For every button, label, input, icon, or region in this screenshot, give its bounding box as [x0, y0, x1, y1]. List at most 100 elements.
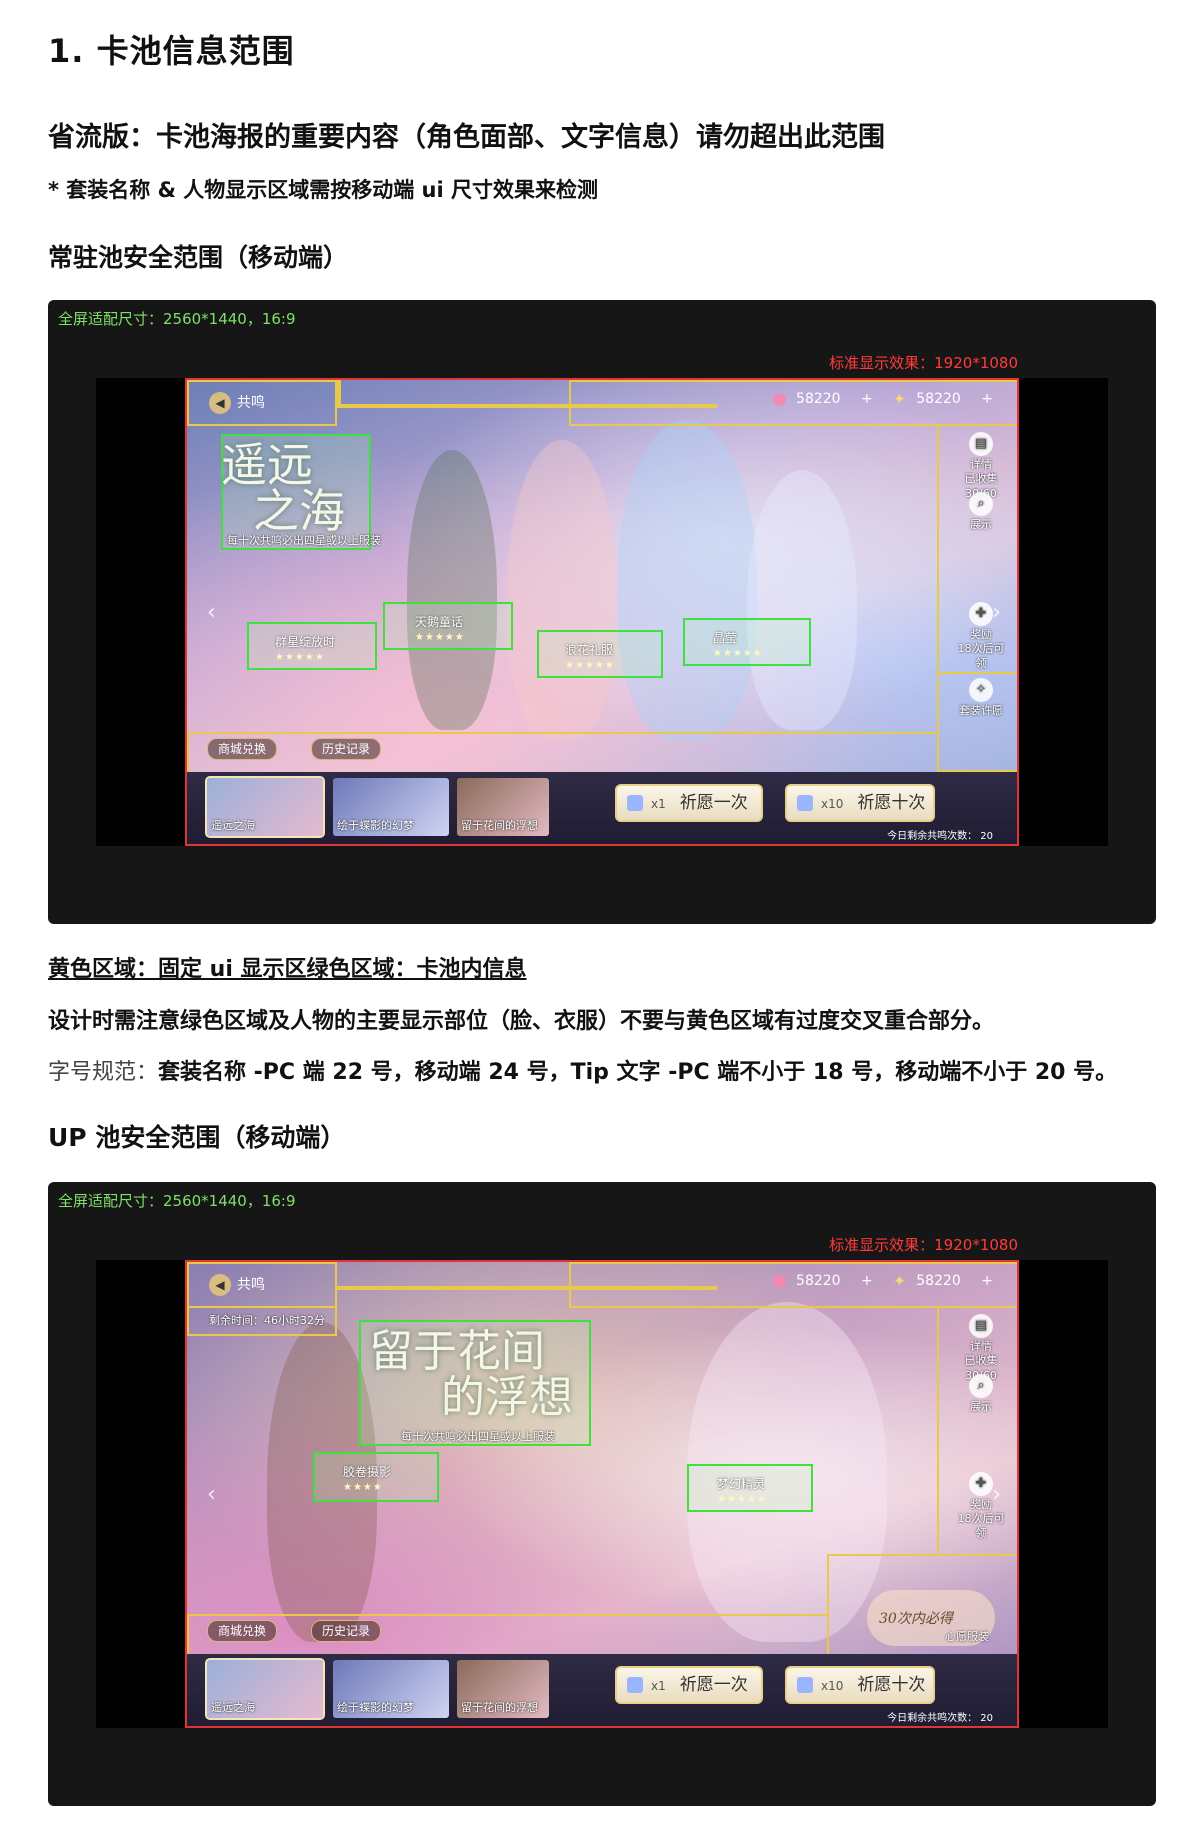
wish-ten-button[interactable]: x10 祈愿十次 — [785, 1666, 935, 1704]
outfit-name: 晶莹 — [713, 631, 738, 645]
crystal-icon — [627, 795, 643, 811]
outfit-stars: ★★★★★ — [415, 632, 465, 643]
reward-label: 奖励 — [970, 628, 992, 641]
detail-button[interactable]: ▤ 详情 已收集30/60 — [955, 432, 1007, 501]
character-figure — [507, 440, 617, 740]
outfit-tag-zone[interactable]: 浪花礼服 ★★★★★ — [537, 630, 663, 678]
history-button[interactable]: 历史记录 — [311, 1620, 382, 1642]
gift-icon: ✚ — [969, 1472, 993, 1496]
shop-exchange-button[interactable]: 商城兑换 — [207, 1620, 278, 1642]
chevron-right-icon[interactable]: › — [992, 600, 1001, 625]
search-icon: ⌕ — [969, 492, 993, 516]
pool-thumb-label: 绘于蝶影的幻梦 — [337, 1701, 414, 1714]
show-label: 展示 — [970, 518, 992, 531]
outfit-name: 天鹅童话 — [415, 615, 464, 629]
pool-thumb[interactable]: 遥远之海 — [205, 1658, 325, 1720]
back-button[interactable]: ◀ 共鸣 — [209, 392, 265, 414]
pool-thumb[interactable]: 绘于蝶影的幻梦 — [333, 778, 449, 836]
outfit-stars: ★★★★ — [343, 1482, 383, 1493]
section-title: 1. 卡池信息范围 — [48, 32, 295, 70]
wish-ten-count: x10 — [821, 1679, 844, 1693]
wish-once-button[interactable]: x1 祈愿一次 — [615, 1666, 763, 1704]
gem-icon — [772, 1274, 786, 1288]
pool-thumb-label: 遥远之海 — [211, 1701, 255, 1714]
outfit-stars: ★★★★★ — [717, 1494, 767, 1505]
star-currency-icon: ✦ — [893, 390, 906, 408]
pool-thumb-label: 绘于蝶影的幻梦 — [337, 819, 414, 832]
wish-once-count: x1 — [651, 1679, 666, 1693]
back-button[interactable]: ◀ 共鸣 — [209, 1274, 265, 1296]
detail-label: 详情 — [970, 1340, 992, 1353]
gem-icon — [772, 392, 786, 406]
pool-thumb[interactable]: 遥远之海 — [205, 776, 325, 838]
reward-sub: 18次后可领 — [957, 1512, 1005, 1540]
outfit-tag-zone[interactable]: 胶卷摄影 ★★★★ — [313, 1452, 439, 1502]
up-pool-panel: 全屏适配尺寸：2560*1440，16:9 标准显示效果：1920*1080 ◀… — [48, 1182, 1156, 1806]
history-button[interactable]: 历史记录 — [311, 738, 382, 760]
pool-thumb[interactable]: 留于花间的浮想 — [457, 1660, 549, 1718]
outfit-tag-zone[interactable]: 群星绽放时 ★★★★★ — [247, 622, 377, 670]
chevron-right-icon[interactable]: › — [992, 1482, 1001, 1507]
character-figure — [747, 470, 857, 730]
remaining-count: 今日剩余共鸣次数： 20 — [887, 831, 993, 842]
wish-once-button[interactable]: x1 祈愿一次 — [615, 784, 763, 822]
back-arrow-icon: ◀ — [209, 1274, 231, 1296]
chevron-left-icon[interactable]: ‹ — [207, 600, 216, 625]
guarantee-badge[interactable]: 30次内必得 心愿服装 — [867, 1590, 995, 1646]
currency-bar: 58220 + ✦ 58220 + — [767, 1272, 993, 1290]
detail-icon: ▤ — [969, 1314, 993, 1338]
pool-thumb[interactable]: 留于花间的浮想 — [457, 778, 549, 836]
pool-name-line1: 留于花间 — [369, 1326, 545, 1377]
outfit-name: 胶卷摄影 — [343, 1465, 392, 1479]
bottom-bar: 遥远之海 绘于蝶影的幻梦 留于花间的浮想 x1 祈愿一次 x10 祈愿十次 今日剩余… — [187, 1654, 1017, 1726]
design-advice: 设计时需注意绿色区域及人物的主要显示部位（脸、衣服）不要与黄色区域有过度交叉重合… — [48, 1009, 995, 1034]
detail-button[interactable]: ▤ 详情 已收集30/60 — [955, 1314, 1007, 1383]
outfit-stars: ★★★★★ — [565, 660, 615, 671]
gift-icon: ✚ — [969, 602, 993, 626]
guarantee-text: 30次内必得 — [879, 1611, 953, 1627]
fullscreen-size-label: 全屏适配尺寸：2560*1440，16:9 — [58, 1192, 296, 1210]
wish-ten-label: 祈愿十次 — [857, 793, 926, 813]
guarantee-sub: 心愿服装 — [945, 1630, 989, 1643]
show-button[interactable]: ⌕ 展示 — [955, 1374, 1007, 1414]
wish-outfit-button[interactable]: ✧ 套装许愿 — [955, 678, 1007, 718]
add-currency-button[interactable]: + — [861, 1273, 873, 1289]
outfit-tag-zone[interactable]: 晶莹 ★★★★★ — [683, 618, 811, 666]
pool-thumb[interactable]: 绘于蝶影的幻梦 — [333, 1660, 449, 1718]
pool-thumb-label: 留于花间的浮想 — [461, 819, 538, 832]
add-currency-button[interactable]: + — [861, 391, 873, 407]
add-currency-button[interactable]: + — [981, 1273, 993, 1289]
currency-amount: 58220 — [796, 391, 841, 407]
pool-tip: 每十次共鸣必出四星或以上服装 — [227, 534, 381, 547]
wish-ten-button[interactable]: x10 祈愿十次 — [785, 784, 935, 822]
standard-display-frame: ◀ 共鸣 58220 + ✦ 58220 + 遥远 之海 每十次共鸣必出四星或以上… — [185, 378, 1019, 846]
subtitle: 省流版：卡池海报的重要内容（角色面部、文字信息）请勿超出此范围 — [48, 122, 885, 153]
pool-name-line2: 的浮想 — [441, 1372, 573, 1423]
wish-icon: ✧ — [969, 678, 993, 702]
pool-name-zone: 留于花间 的浮想 每十次共鸣必出四星或以上服装 — [359, 1320, 591, 1446]
shop-exchange-button[interactable]: 商城兑换 — [207, 738, 278, 760]
remaining-time: 剩余时间：46小时32分 — [209, 1314, 325, 1327]
wish-ten-label: 祈愿十次 — [857, 1675, 926, 1695]
outfit-tag-zone[interactable]: 梦幻精灵 ★★★★★ — [687, 1464, 813, 1512]
reward-sub: 18次后可领 — [957, 642, 1005, 670]
note: * 套装名称 & 人物显示区域需按移动端 ui 尺寸效果来检测 — [48, 178, 598, 202]
show-button[interactable]: ⌕ 展示 — [955, 492, 1007, 532]
currency-amount: 58220 — [796, 1273, 841, 1289]
shop-label: 商城兑换 — [218, 1624, 267, 1638]
star-currency-icon: ✦ — [893, 1272, 906, 1290]
back-label: 共鸣 — [237, 1277, 265, 1293]
detail-label: 详情 — [970, 458, 992, 471]
pool-thumb-label: 留于花间的浮想 — [461, 1701, 538, 1714]
add-currency-button[interactable]: + — [981, 391, 993, 407]
crystal-icon — [627, 1677, 643, 1693]
chevron-left-icon[interactable]: ‹ — [207, 1482, 216, 1507]
fullscreen-size-label: 全屏适配尺寸：2560*1440，16:9 — [58, 310, 296, 328]
show-label: 展示 — [970, 1400, 992, 1413]
spec-label: 字号规范： — [48, 1060, 159, 1085]
outfit-stars: ★★★★★ — [713, 648, 763, 659]
character-figure — [617, 420, 757, 740]
reward-label: 奖励 — [970, 1498, 992, 1511]
standard-display-frame: ◀ 共鸣 剩余时间：46小时32分 58220 + ✦ 58220 + 留于花间 … — [185, 1260, 1019, 1728]
outfit-tag-zone[interactable]: 天鹅童话 ★★★★★ — [383, 602, 513, 650]
